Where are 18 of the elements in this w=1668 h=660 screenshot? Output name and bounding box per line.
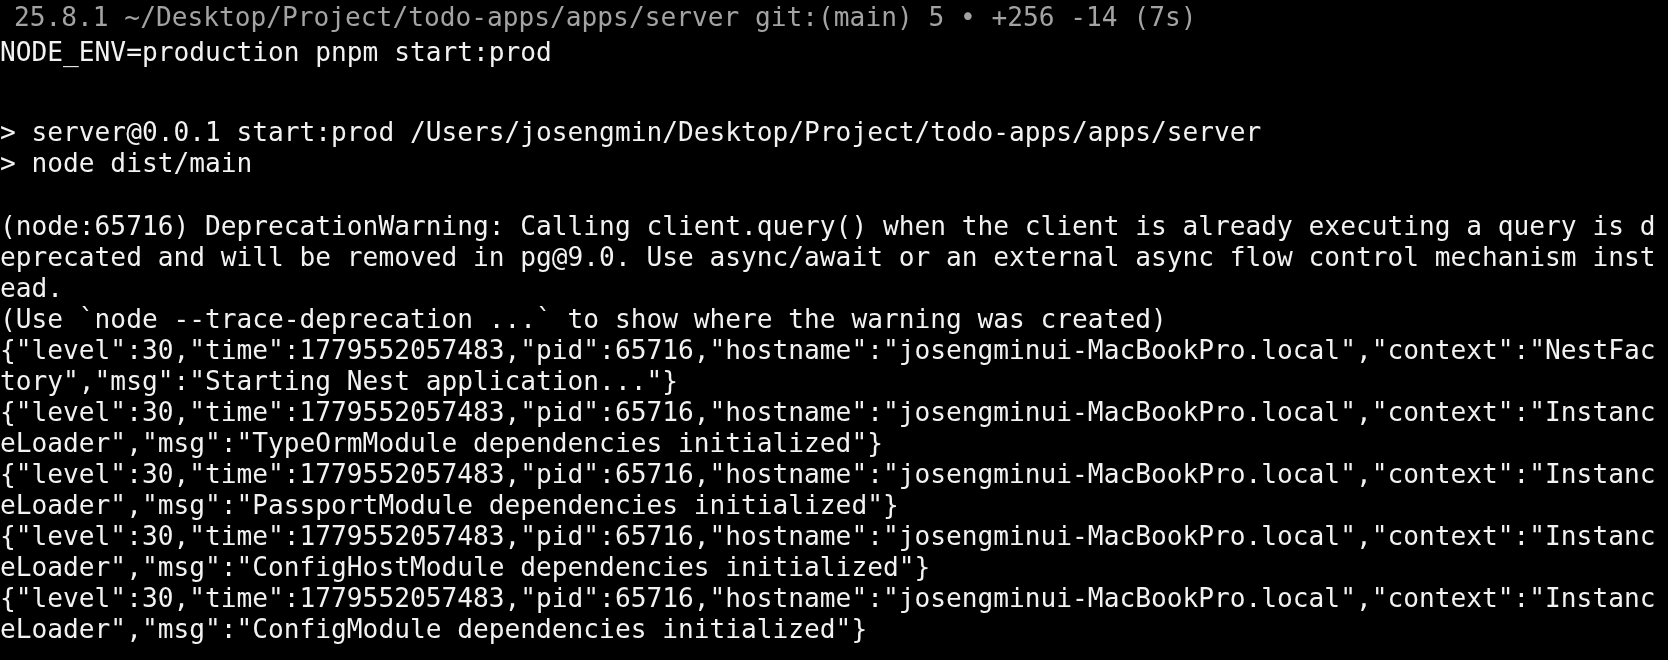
output-line: (Use `node --trace-deprecation ...` to show where the warning was created) (0, 304, 1167, 335)
command-line: NODE_ENV=production pnpm start:prod (0, 37, 552, 68)
output-line: eLoader","msg":"ConfigModule dependencies initialized"} (0, 614, 868, 645)
output-line: eLoader","msg":"ConfigHostModule dependencies initialized"} (0, 552, 931, 583)
output-line: ead. (0, 273, 64, 304)
output-line: {"level":30,"time":1779552057483,"pid":65716,"hostname":"josengminui-MacBookPro.local","context":"Instanc (0, 521, 1656, 552)
output-line: {"level":30,"time":1779552057483,"pid":65716,"hostname":"josengminui-MacBookPro.local","context":"Instanc (0, 397, 1656, 428)
output-line: (node:65716) DeprecationWarning: Calling client.query() when the client is already executing a query is d (0, 211, 1656, 242)
output-line: eLoader","msg":"PassportModule dependencies initialized"} (0, 490, 899, 521)
output-line: > node dist/main (0, 148, 253, 179)
output-line: {"level":30,"time":1779552057483,"pid":65716,"hostname":"josengminui-MacBookPro.local","context":"NestFac (0, 335, 1656, 366)
output-line: eLoader","msg":"TypeOrmModule dependencies initialized"} (0, 428, 883, 459)
output-line: tory","msg":"Starting Nest application..."} (0, 366, 678, 397)
prompt-line: 25.8.1 ~/Desktop/Project/todo-apps/apps/server git:(main) 5 • +256 -14 (7s) (13, 2, 1197, 33)
output-line: > server@0.0.1 start:prod /Users/josengmin/Desktop/Project/todo-apps/apps/server (0, 117, 1262, 148)
output-line: eprecated and will be removed in pg@9.0. Use async/await or an external async flow control mechanism inst (0, 242, 1656, 273)
output-line: {"level":30,"time":1779552057483,"pid":65716,"hostname":"josengminui-MacBookPro.local","context":"Instanc (0, 583, 1656, 614)
output-line: {"level":30,"time":1779552057483,"pid":65716,"hostname":"josengminui-MacBookPro.local","context":"Instanc (0, 459, 1656, 490)
